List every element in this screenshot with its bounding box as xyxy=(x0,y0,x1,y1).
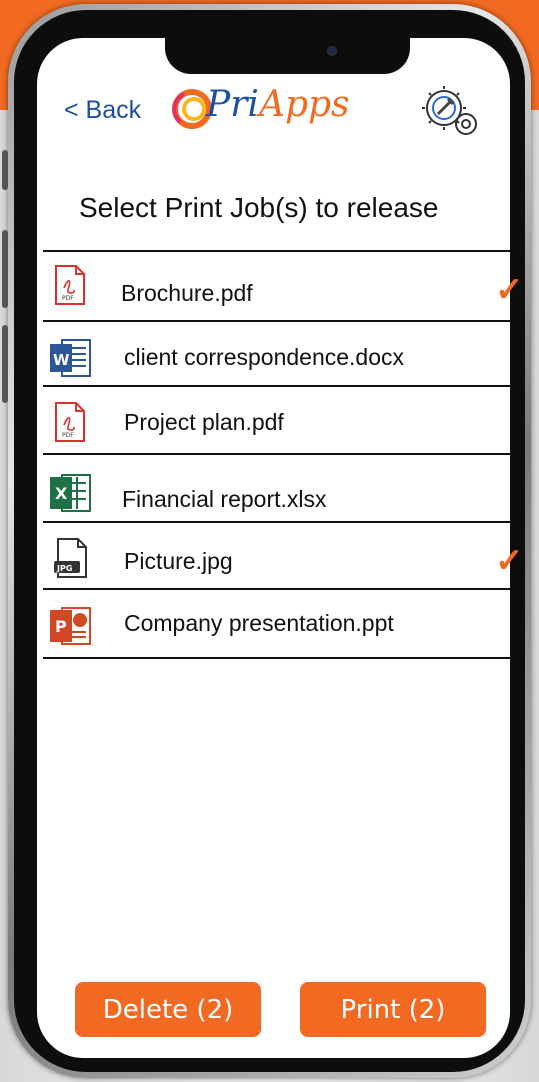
logo-text-pri: Pri xyxy=(206,84,259,125)
print-button[interactable]: Print (2) xyxy=(300,982,486,1037)
notch xyxy=(165,38,410,74)
logo-text-apps: Apps xyxy=(258,84,350,125)
svg-text:W: W xyxy=(53,351,70,369)
svg-text:PDF: PDF xyxy=(62,432,74,439)
job-row-project-plan[interactable]: PDF Project plan.pdf xyxy=(43,385,511,455)
job-name: Picture.jpg xyxy=(124,548,233,574)
job-row-picture[interactable]: JPG Picture.jpg ✓ xyxy=(43,521,524,590)
job-row-company-presentation[interactable]: P Company presentation.ppt xyxy=(43,588,511,659)
volume-up-button xyxy=(2,230,8,308)
svg-text:JPG: JPG xyxy=(56,564,72,573)
job-name: Project plan.pdf xyxy=(124,409,284,435)
checkmark-icon: ✓ xyxy=(495,271,524,309)
pdf-icon: PDF xyxy=(55,265,85,305)
job-name: Company presentation.ppt xyxy=(124,610,394,636)
job-row-client-correspondence[interactable]: W client correspondence.docx xyxy=(43,320,511,387)
delete-button[interactable]: Delete (2) xyxy=(75,982,261,1037)
powerpoint-icon: P xyxy=(50,607,91,645)
camera xyxy=(327,46,337,56)
back-button[interactable]: < Back xyxy=(64,96,141,125)
svg-text:PDF: PDF xyxy=(62,295,74,302)
jpg-icon: JPG xyxy=(54,538,87,578)
word-icon: W xyxy=(50,339,91,377)
checkmark-icon: ✓ xyxy=(495,542,524,580)
settings-gear-icon[interactable] xyxy=(418,84,482,140)
job-row-financial-report[interactable]: X Financial report.xlsx xyxy=(43,453,511,523)
volume-down-button xyxy=(2,325,8,403)
logo-text: PriApps xyxy=(206,84,350,125)
job-name: Brochure.pdf xyxy=(121,280,253,306)
mute-switch xyxy=(2,150,8,190)
excel-icon: X xyxy=(50,474,91,512)
job-row-brochure[interactable]: PDF Brochure.pdf ✓ xyxy=(43,250,524,322)
job-name: client correspondence.docx xyxy=(124,344,404,370)
job-name: Financial report.xlsx xyxy=(122,486,327,512)
pdf-icon: PDF xyxy=(55,402,85,442)
page-title: Select Print Job(s) to release xyxy=(79,192,439,223)
svg-text:P: P xyxy=(55,617,67,636)
svg-text:X: X xyxy=(55,484,68,503)
